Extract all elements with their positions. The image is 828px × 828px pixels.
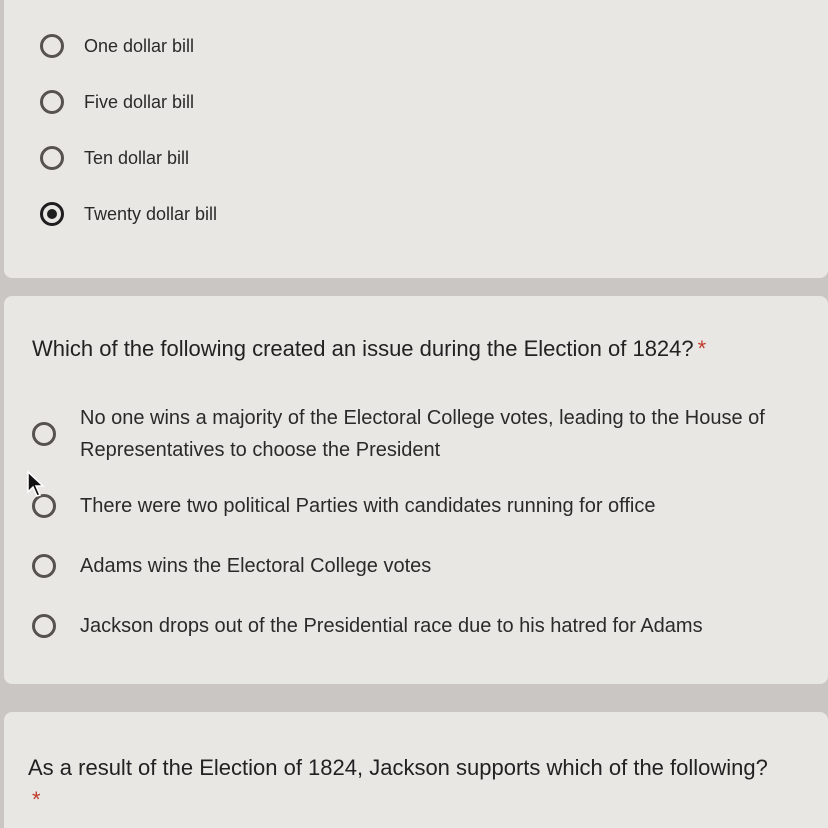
radio-button[interactable]	[32, 554, 56, 578]
radio-button[interactable]	[40, 90, 64, 114]
option-label: Twenty dollar bill	[84, 203, 218, 224]
option-label: Five dollar bill	[84, 91, 195, 112]
question-card-3: As a result of the Election of 1824, Jac…	[4, 712, 828, 828]
radio-button-selected[interactable]	[40, 202, 64, 226]
radio-option-two-parties[interactable]: There were two political Parties with ca…	[32, 490, 655, 522]
radio-option-no-majority[interactable]: No one wins a majority of the Electoral …	[32, 402, 822, 466]
question-card-1: One dollar bill Five dollar bill Ten dol…	[4, 0, 828, 278]
option-label: One dollar bill	[84, 35, 195, 56]
question-title: Which of the following created an issue …	[32, 336, 706, 362]
option-label: Ten dollar bill	[84, 147, 190, 168]
option-label: Adams wins the Electoral College votes	[80, 555, 432, 577]
option-label: Jackson drops out of the Presidential ra…	[80, 615, 703, 637]
question-card-2: Which of the following created an issue …	[4, 296, 828, 684]
radio-option-jackson-drops[interactable]: Jackson drops out of the Presidential ra…	[32, 610, 703, 642]
question-text: Which of the following created an issue …	[32, 336, 694, 361]
mouse-cursor-icon	[27, 470, 45, 497]
radio-button[interactable]	[40, 34, 64, 58]
radio-option-adams-wins[interactable]: Adams wins the Electoral College votes	[32, 550, 431, 582]
radio-option-five-dollar[interactable]: Five dollar bill	[40, 90, 194, 114]
question-title: As a result of the Election of 1824, Jac…	[28, 752, 768, 816]
question-text: As a result of the Election of 1824, Jac…	[28, 755, 768, 780]
required-asterisk: *	[32, 787, 41, 812]
radio-option-twenty-dollar[interactable]: Twenty dollar bill	[40, 202, 217, 226]
radio-option-one-dollar[interactable]: One dollar bill	[40, 34, 194, 58]
option-label: No one wins a majority of the Electoral …	[80, 407, 765, 461]
radio-button[interactable]	[32, 614, 56, 638]
radio-button[interactable]	[40, 146, 64, 170]
required-asterisk: *	[697, 336, 707, 361]
radio-option-ten-dollar[interactable]: Ten dollar bill	[40, 146, 189, 170]
option-label: There were two political Parties with ca…	[80, 495, 656, 517]
radio-button[interactable]	[32, 422, 56, 446]
